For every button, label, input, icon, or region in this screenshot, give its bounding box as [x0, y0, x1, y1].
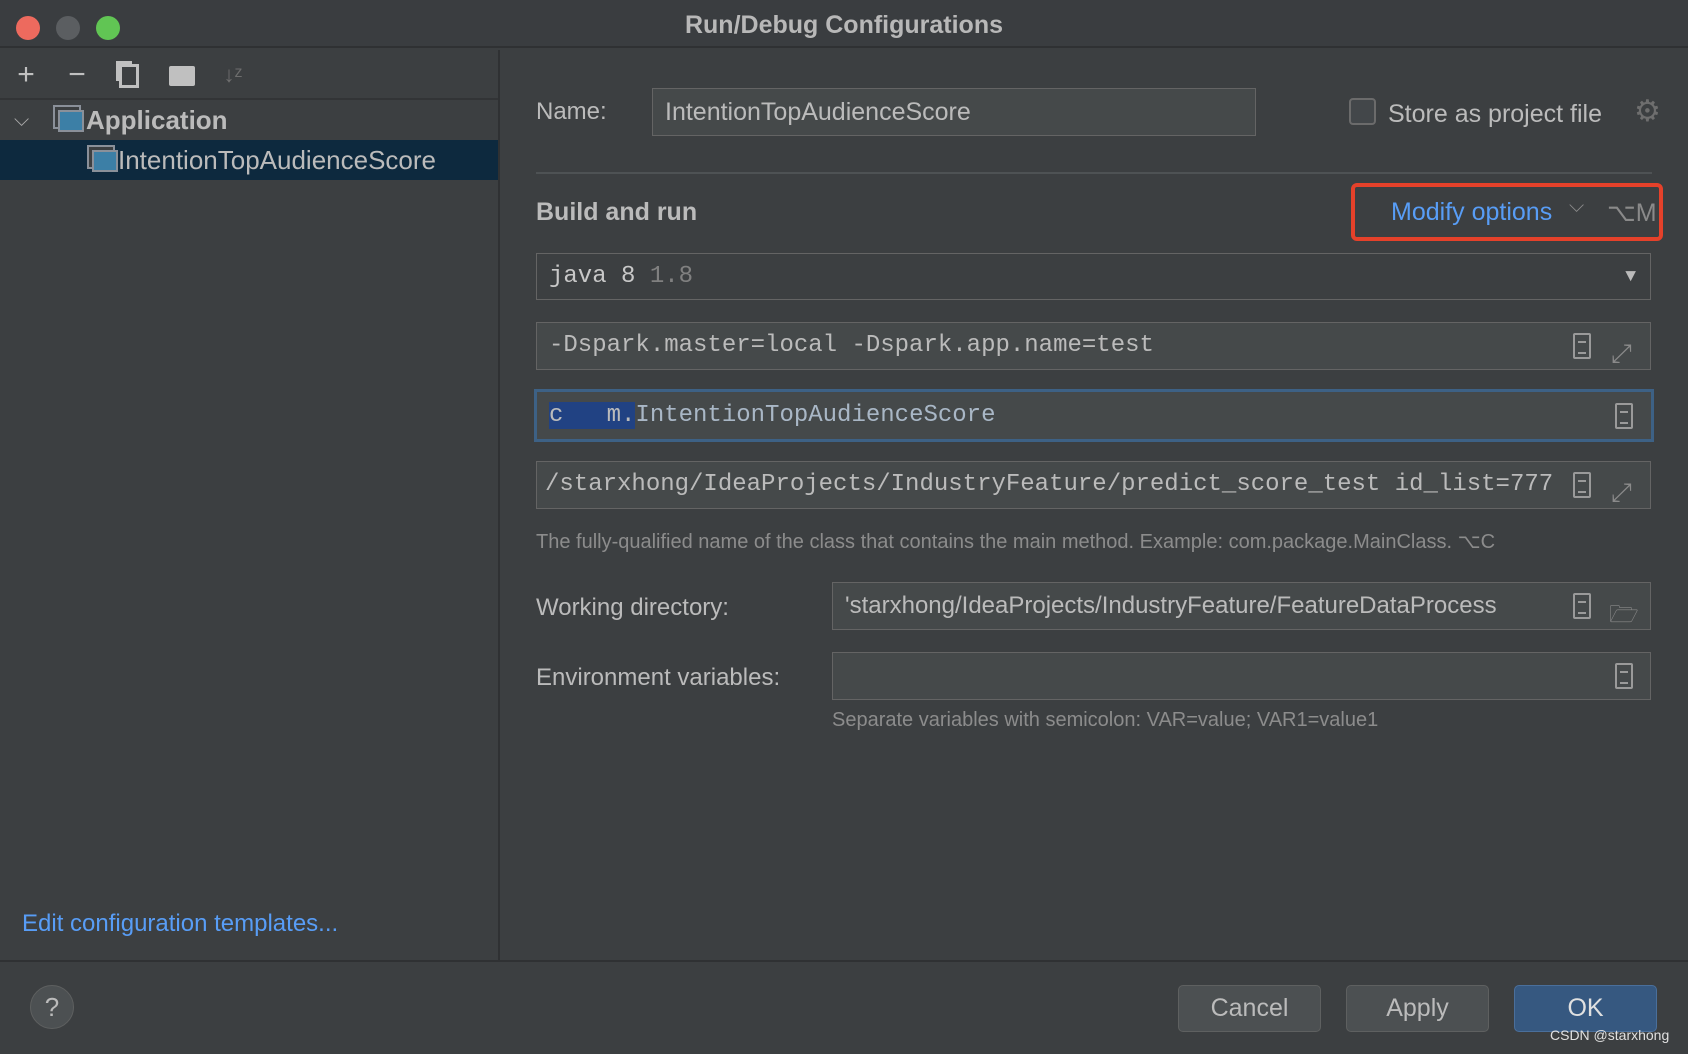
- environment-variables-input[interactable]: [832, 652, 1651, 700]
- sidebar-toolbar: + − ↓ᶻ: [0, 50, 498, 100]
- store-project-checkbox[interactable]: [1349, 98, 1376, 125]
- tree-item-label: IntentionTopAudienceScore: [118, 145, 437, 175]
- copy-icon[interactable]: [112, 58, 146, 92]
- tree-group-label: Application: [86, 105, 228, 135]
- name-label: Name:: [536, 98, 607, 125]
- gear-icon[interactable]: ⚙: [1634, 94, 1661, 129]
- title-bar: Run/Debug Configurations: [0, 0, 1688, 48]
- jre-value: java 8: [549, 263, 636, 290]
- chevron-down-icon[interactable]: ⌵: [14, 100, 29, 140]
- folder-open-icon[interactable]: 🗁: [1609, 591, 1639, 629]
- divider: [536, 172, 1652, 174]
- vm-options-value: -Dspark.master=local -Dspark.app.name=te…: [549, 332, 1154, 359]
- modify-options-link[interactable]: Modify options: [1391, 198, 1552, 227]
- modify-shortcut: ⌥M: [1607, 199, 1657, 227]
- section-title: Build and run: [536, 198, 698, 226]
- sidebar: + − ↓ᶻ ⌵ Application IntentionTopAudienc…: [0, 50, 500, 960]
- document-icon[interactable]: [1615, 403, 1633, 429]
- environment-variables-label: Environment variables:: [536, 664, 781, 691]
- jre-dropdown[interactable]: java 8 1.8 ▼: [536, 253, 1651, 300]
- ok-button[interactable]: OK: [1514, 985, 1657, 1032]
- name-input[interactable]: IntentionTopAudienceScore: [652, 88, 1256, 136]
- expand-icon[interactable]: ⤢: [1611, 470, 1632, 508]
- working-directory-input[interactable]: 'starxhong/IdeaProjects/IndustryFeature/…: [832, 582, 1651, 630]
- cancel-button[interactable]: Cancel: [1178, 985, 1321, 1032]
- plus-icon[interactable]: +: [9, 58, 43, 92]
- main-class-prefix-selected: c m.: [549, 402, 636, 429]
- main-class-value: IntentionTopAudienceScore: [635, 402, 996, 429]
- working-directory-value: 'starxhong/IdeaProjects/IndustryFeature/…: [845, 592, 1497, 619]
- modify-options-highlight: Modify options ⌵ ⌥M: [1351, 183, 1663, 241]
- expand-icon[interactable]: ⤢: [1611, 331, 1632, 369]
- environment-variables-hint: Separate variables with semicolon: VAR=v…: [832, 709, 1379, 731]
- help-button[interactable]: ?: [30, 985, 74, 1029]
- application-icon: [92, 149, 118, 172]
- document-icon[interactable]: [1615, 663, 1633, 689]
- sort-alpha-icon[interactable]: ↓ᶻ: [216, 58, 250, 92]
- document-icon[interactable]: [1573, 333, 1591, 359]
- edit-templates-link[interactable]: Edit configuration templates...: [22, 910, 338, 938]
- application-icon: [58, 109, 84, 132]
- document-icon[interactable]: [1573, 472, 1591, 498]
- watermark: CSDN @starxhong: [1550, 1027, 1670, 1043]
- main-class-input[interactable]: c m.IntentionTopAudienceScore: [534, 389, 1654, 442]
- window-title: Run/Debug Configurations: [684, 11, 1004, 39]
- tree-group-application[interactable]: ⌵ Application: [0, 100, 498, 140]
- chevron-down-icon: ⌵: [1569, 195, 1585, 217]
- document-icon[interactable]: [1573, 593, 1591, 619]
- main-class-hint: The fully-qualified name of the class th…: [536, 531, 1496, 553]
- dropdown-arrow-icon: ▼: [1625, 267, 1636, 287]
- vm-options-input[interactable]: -Dspark.master=local -Dspark.app.name=te…: [536, 322, 1651, 370]
- minus-icon[interactable]: −: [60, 58, 94, 92]
- program-args-value: /starxhong/IdeaProjects/IndustryFeature/…: [545, 471, 1554, 498]
- program-arguments-input[interactable]: /starxhong/IdeaProjects/IndustryFeature/…: [536, 461, 1651, 509]
- store-project-label: Store as project file: [1388, 100, 1602, 128]
- new-folder-icon[interactable]: [165, 58, 199, 92]
- working-directory-label: Working directory:: [536, 594, 729, 621]
- jre-version: 1.8: [649, 263, 694, 290]
- tree-item-config[interactable]: IntentionTopAudienceScore: [0, 140, 498, 180]
- apply-button[interactable]: Apply: [1346, 985, 1489, 1032]
- footer-divider: [0, 960, 1688, 962]
